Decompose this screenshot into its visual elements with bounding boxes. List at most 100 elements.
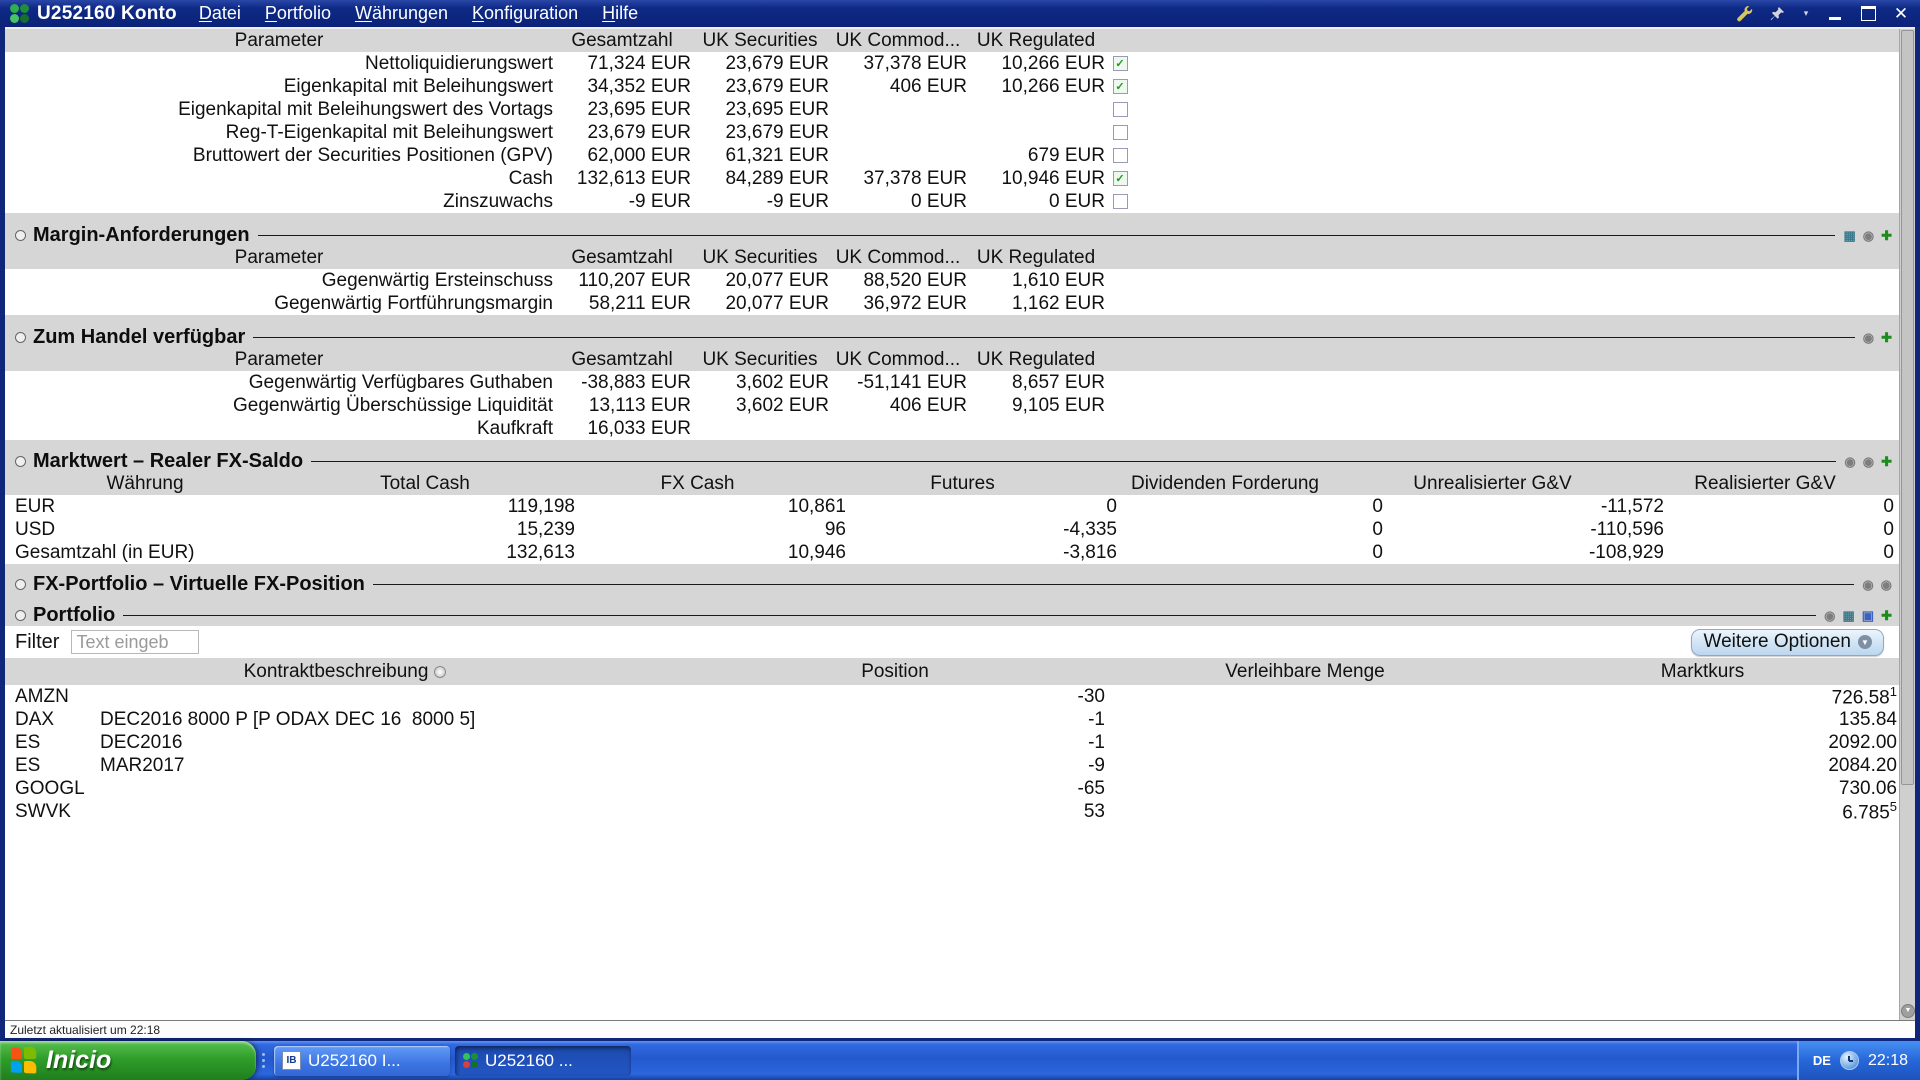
column-header[interactable]: Währung <box>5 473 285 495</box>
filter-input[interactable] <box>71 630 199 654</box>
table-row: Eigenkapital mit Beleihungswert34,352 EU… <box>5 75 1900 98</box>
cell-value: -9 EUR <box>553 191 691 213</box>
menu-item-hilfe[interactable]: Hilfe <box>602 3 638 24</box>
window-icon[interactable]: ▣ <box>1862 609 1874 622</box>
globe-icon[interactable]: ◉ <box>1844 455 1855 468</box>
close-button[interactable]: ✕ <box>1892 6 1910 22</box>
globe-icon[interactable]: ◉ <box>1862 578 1873 591</box>
maximize-button[interactable] <box>1859 6 1877 22</box>
collapse-toggle-icon[interactable] <box>15 456 26 467</box>
collapse-toggle-icon[interactable] <box>15 230 26 241</box>
globe-icon[interactable]: ◉ <box>1863 229 1874 242</box>
table-row[interactable]: GOOGL-65730.06 <box>5 777 1900 800</box>
add-icon[interactable]: ✚ <box>1881 331 1892 344</box>
chevron-down-icon[interactable]: ▾ <box>1801 6 1811 22</box>
table-row[interactable]: SWVK536.7855 <box>5 800 1900 823</box>
column-header[interactable]: UK Regulated <box>967 30 1105 52</box>
column-header[interactable]: Realisierter G&V <box>1630 473 1900 495</box>
column-header[interactable]: UK Securities <box>691 30 829 52</box>
add-icon[interactable]: ✚ <box>1881 229 1892 242</box>
column-header-sortable[interactable]: Kontraktbeschreibung <box>5 661 685 683</box>
globe-icon[interactable]: ◉ <box>1863 331 1874 344</box>
globe-icon[interactable]: ◉ <box>1824 609 1835 622</box>
column-header[interactable]: Gesamtzahl <box>553 247 691 269</box>
cell-value: 23,695 EUR <box>553 99 691 121</box>
currency-label: Gesamtzahl (in EUR) <box>5 542 295 564</box>
titlebar[interactable]: U252160 Konto DateiPortfolioWährungenKon… <box>0 0 1920 27</box>
column-header[interactable]: Total Cash <box>285 473 565 495</box>
contract-symbol: ES <box>5 732 100 754</box>
row-checkbox[interactable] <box>1113 102 1128 117</box>
checkbox-cell <box>1105 148 1135 163</box>
add-icon[interactable]: ✚ <box>1881 455 1892 468</box>
column-header[interactable]: Parameter <box>5 30 553 52</box>
wrench-icon[interactable] <box>1735 6 1753 22</box>
more-options-button[interactable]: Weitere Optionen ▼ <box>1691 629 1884 656</box>
menu-item-portfolio[interactable]: Portfolio <box>265 3 331 24</box>
taskbar-task-button[interactable]: IBU252160 I... <box>274 1046 450 1076</box>
column-header[interactable]: Gesamtzahl <box>553 349 691 371</box>
collapse-toggle-icon[interactable] <box>15 610 26 621</box>
row-checkbox[interactable]: ✓ <box>1113 171 1128 186</box>
table-row[interactable]: AMZN-30726.581 <box>5 685 1900 708</box>
clock-tray-icon[interactable] <box>1840 1051 1859 1070</box>
column-header[interactable]: UK Commod... <box>829 349 967 371</box>
column-header[interactable]: Verleihbare Menge <box>1105 661 1505 683</box>
column-header[interactable]: Futures <box>830 473 1095 495</box>
column-header[interactable]: Marktkurs <box>1505 661 1900 683</box>
column-header[interactable]: Parameter <box>5 247 553 269</box>
column-header[interactable]: FX Cash <box>565 473 830 495</box>
scroll-down-button[interactable]: ▼ <box>1901 1004 1915 1018</box>
row-checkbox[interactable]: ✓ <box>1113 56 1128 71</box>
minimize-button[interactable] <box>1826 6 1844 22</box>
collapse-toggle-icon[interactable] <box>15 332 26 343</box>
table-icon[interactable]: ▦ <box>1843 229 1855 242</box>
contract-description: ESDEC2016 <box>5 732 685 754</box>
checkbox-cell: ✓ <box>1105 56 1135 71</box>
column-header[interactable]: UK Securities <box>691 247 829 269</box>
menu-item-konfiguration[interactable]: Konfiguration <box>472 3 578 24</box>
add-icon[interactable]: ✚ <box>1881 609 1892 622</box>
start-button[interactable]: Inicio <box>0 1041 256 1080</box>
row-label: Gegenwärtig Überschüssige Liquidität <box>5 395 553 417</box>
margin-table-header: Parameter Gesamtzahl UK Securities UK Co… <box>5 246 1900 269</box>
cell-value: 0 <box>852 496 1123 518</box>
row-checkbox[interactable] <box>1113 194 1128 209</box>
pin-icon[interactable] <box>1768 6 1786 22</box>
menu-item-datei[interactable]: Datei <box>199 3 241 24</box>
column-header[interactable]: UK Commod... <box>829 30 967 52</box>
cell-value: 15,239 <box>295 519 581 541</box>
row-checkbox[interactable]: ✓ <box>1113 79 1128 94</box>
collapse-toggle-icon[interactable] <box>15 579 26 590</box>
column-header[interactable]: UK Regulated <box>967 349 1105 371</box>
table-row[interactable]: ESDEC2016-12092.00 <box>5 731 1900 754</box>
table-row[interactable]: DAXDEC2016 8000 P [P ODAX DEC 16 8000 5]… <box>5 708 1900 731</box>
taskbar-divider[interactable] <box>256 1041 270 1080</box>
globe-icon[interactable]: ◉ <box>1881 578 1892 591</box>
table-row[interactable]: ESMAR2017-92084.20 <box>5 754 1900 777</box>
vertical-scrollbar[interactable]: ▼ <box>1899 29 1915 1020</box>
column-header[interactable]: Gesamtzahl <box>553 30 691 52</box>
scrollbar-thumb[interactable] <box>1901 30 1914 785</box>
taskbar-task-button[interactable]: U252160 ... <box>455 1046 631 1076</box>
language-indicator[interactable]: DE <box>1813 1053 1831 1068</box>
column-header[interactable]: UK Commod... <box>829 247 967 269</box>
table-icon[interactable]: ▦ <box>1843 609 1855 622</box>
taskbar-clock[interactable]: 22:18 <box>1868 1052 1908 1070</box>
cell-value: 10,266 EUR <box>967 76 1105 98</box>
column-header[interactable]: UK Securities <box>691 349 829 371</box>
column-header[interactable]: Dividenden Forderung <box>1095 473 1355 495</box>
row-checkbox[interactable] <box>1113 125 1128 140</box>
checkbox-cell <box>1105 194 1135 209</box>
column-header[interactable]: Position <box>685 661 1105 683</box>
globe-icon[interactable]: ◉ <box>1863 455 1874 468</box>
column-header[interactable]: Unrealisierter G&V <box>1355 473 1630 495</box>
cell-value: 8,657 EUR <box>967 372 1105 394</box>
column-header[interactable]: Parameter <box>5 349 553 371</box>
menu-item-währungen[interactable]: Währungen <box>355 3 448 24</box>
row-label: Eigenkapital mit Beleihungswert <box>5 76 553 98</box>
column-header[interactable]: UK Regulated <box>967 247 1105 269</box>
row-checkbox[interactable] <box>1113 148 1128 163</box>
contract-details: DEC2016 <box>100 732 182 754</box>
taskbar-tasks: IBU252160 I...U252160 ... <box>270 1041 631 1080</box>
